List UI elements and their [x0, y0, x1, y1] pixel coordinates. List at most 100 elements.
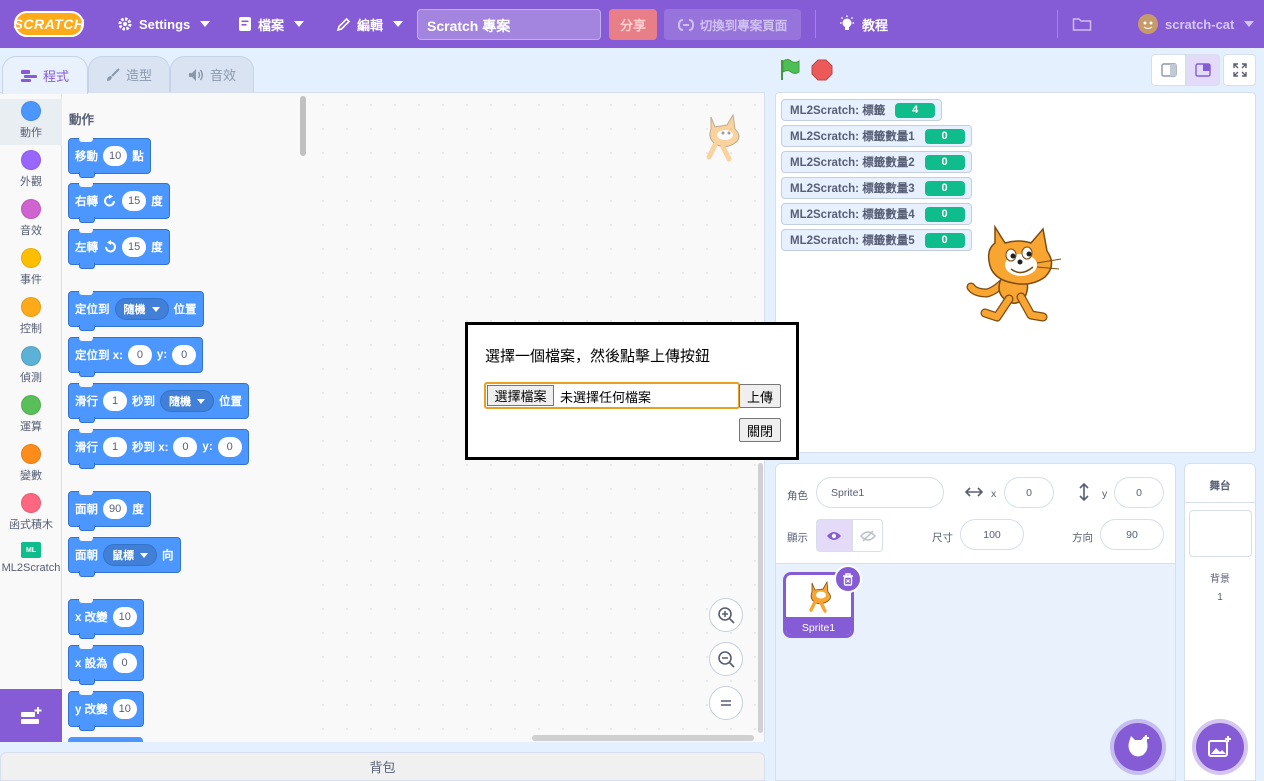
add-extension-button[interactable] — [0, 689, 62, 742]
close-button[interactable]: 關閉 — [739, 418, 781, 442]
stop-icon[interactable] — [811, 59, 833, 81]
username: scratch-cat — [1165, 16, 1235, 32]
seconds-input[interactable]: 1 — [103, 437, 127, 457]
show-sprite-button[interactable] — [816, 519, 852, 552]
monitor-value: 0 — [924, 128, 965, 144]
palette-scrollbar[interactable] — [300, 96, 306, 156]
share-button[interactable]: 分享 — [609, 9, 657, 40]
block-text: 左轉 — [75, 242, 98, 254]
category-control[interactable]: 控制 — [0, 297, 62, 336]
workspace-h-scrollbar[interactable] — [532, 735, 754, 741]
category-label: 偵測 — [20, 372, 42, 384]
see-project-page-button[interactable]: 切換到專案頁面 — [664, 9, 801, 40]
block-text: 面朝 — [75, 550, 98, 562]
block-text: 度 — [151, 196, 163, 208]
category-sensing[interactable]: 偵測 — [0, 346, 62, 385]
block-goto[interactable]: 定位到 隨機 位置 — [68, 291, 204, 331]
workspace-v-scrollbar[interactable] — [758, 463, 763, 733]
number-input[interactable]: 10 — [103, 146, 128, 166]
chevron-down-icon — [140, 552, 148, 558]
block-glide-to[interactable]: 滑行 1 秒到 隨機 位置 — [68, 383, 249, 423]
goto-dropdown[interactable]: 隨機 — [114, 298, 169, 320]
sprite-name-input[interactable]: Sprite1 — [816, 477, 944, 508]
direction-input[interactable]: 90 — [1100, 519, 1164, 550]
block-text: 面朝 — [75, 504, 98, 516]
block-turn-right[interactable]: 右轉 15 度 — [68, 183, 170, 223]
delete-sprite-button[interactable] — [834, 565, 862, 593]
y-position-input[interactable]: 0 — [1114, 477, 1164, 508]
backpack[interactable]: 背包 — [0, 752, 765, 781]
x-position-input[interactable]: 0 — [1004, 477, 1054, 508]
sprite-cat-on-stage[interactable] — [965, 221, 1065, 326]
my-stuff-button[interactable] — [1072, 0, 1092, 48]
block-point-direction[interactable]: 面朝 90 度 — [68, 491, 151, 531]
zoom-in-button[interactable] — [709, 598, 743, 632]
category-my-blocks[interactable]: 函式積木 — [0, 493, 62, 532]
y-input[interactable]: 0 — [172, 345, 197, 365]
hide-sprite-button[interactable] — [852, 519, 883, 552]
towards-dropdown[interactable]: 鼠標 — [103, 544, 157, 566]
tab-sounds[interactable]: 音效 — [170, 56, 254, 92]
upload-button[interactable]: 上傳 — [739, 384, 781, 408]
project-title-input[interactable]: Scratch 專案 — [417, 9, 601, 40]
number-input[interactable]: 15 — [122, 237, 147, 257]
block-change-y[interactable]: y 改變 10 — [68, 691, 144, 731]
file-menu[interactable]: 檔案 — [238, 0, 305, 48]
y-label: y — [1102, 488, 1108, 500]
operators-dot-icon — [21, 395, 41, 415]
glide-dropdown[interactable]: 隨機 — [160, 390, 214, 412]
green-flag-icon[interactable] — [778, 58, 802, 82]
number-input[interactable]: 15 — [122, 191, 147, 211]
tab-costumes[interactable]: 造型 — [88, 56, 170, 92]
block-goto-xy[interactable]: 定位到 x: 0 y: 0 — [68, 337, 204, 377]
block-change-x[interactable]: x 改變 10 — [68, 599, 144, 639]
category-label: 動作 — [20, 127, 42, 139]
stage[interactable]: ML2Scratch: 標籤 4 ML2Scratch: 標籤數量1 0 ML2… — [775, 92, 1256, 453]
edit-menu[interactable]: 編輯 — [336, 0, 404, 48]
file-input[interactable]: 選擇檔案 未選擇任何檔案 — [484, 382, 740, 409]
upload-file-dialog: 選擇一個檔案，然後點擊上傳按鈕 選擇檔案 未選擇任何檔案 上傳 關閉 — [465, 322, 799, 460]
category-motion[interactable]: 動作 — [0, 99, 62, 145]
direction-input[interactable]: 90 — [103, 499, 128, 519]
speaker-icon — [188, 68, 203, 81]
category-label: 事件 — [20, 274, 42, 286]
category-operators[interactable]: 運算 — [0, 395, 62, 434]
size-input[interactable]: 100 — [960, 519, 1024, 550]
block-move-steps[interactable]: 移動 10 點 — [68, 138, 151, 178]
block-turn-left[interactable]: 左轉 15 度 — [68, 229, 170, 269]
number-input[interactable]: 10 — [112, 607, 137, 627]
zoom-reset-button[interactable] — [709, 686, 743, 720]
category-looks[interactable]: 外觀 — [0, 150, 62, 189]
block-point-towards[interactable]: 面朝 鼠標 向 — [68, 537, 181, 577]
block-text: 滑行 — [75, 442, 98, 454]
seconds-input[interactable]: 1 — [103, 391, 127, 411]
block-set-x[interactable]: x 設為 0 — [68, 645, 144, 685]
x-label: x — [991, 488, 997, 500]
tutorials-button[interactable]: 教程 — [838, 0, 888, 48]
number-input[interactable]: 0 — [112, 653, 137, 673]
choose-file-button[interactable]: 選擇檔案 — [487, 385, 554, 406]
monitor-name: ML2Scratch: 標籤 — [790, 105, 886, 117]
small-stage-button[interactable] — [1151, 54, 1186, 86]
add-sprite-button[interactable] — [1114, 723, 1162, 771]
monitor-label-count-1: ML2Scratch: 標籤數量1 0 — [781, 125, 972, 147]
scratch-logo[interactable]: SCRATCH — [14, 11, 84, 37]
category-variables[interactable]: 變數 — [0, 444, 62, 483]
large-stage-button[interactable] — [1186, 54, 1220, 86]
y-input[interactable]: 0 — [217, 437, 242, 457]
zoom-out-button[interactable] — [709, 642, 743, 676]
category-ml2scratch[interactable]: ML ML2Scratch — [0, 542, 62, 574]
category-sound[interactable]: 音效 — [0, 199, 62, 238]
number-input[interactable]: 10 — [112, 699, 137, 719]
x-input[interactable]: 0 — [173, 437, 198, 457]
fullscreen-button[interactable] — [1223, 54, 1256, 86]
add-backdrop-button[interactable] — [1196, 723, 1244, 771]
account-menu[interactable]: scratch-cat — [1137, 0, 1255, 48]
x-input[interactable]: 0 — [127, 345, 152, 365]
settings-menu[interactable]: Settings — [117, 0, 211, 48]
tab-code[interactable]: 程式 — [2, 56, 88, 94]
block-glide-xy[interactable]: 滑行 1 秒到 x: 0 y: 0 — [68, 429, 249, 469]
dropdown-value: 鼠標 — [112, 550, 134, 562]
category-events[interactable]: 事件 — [0, 248, 62, 287]
block-text: 定位到 — [75, 304, 110, 316]
